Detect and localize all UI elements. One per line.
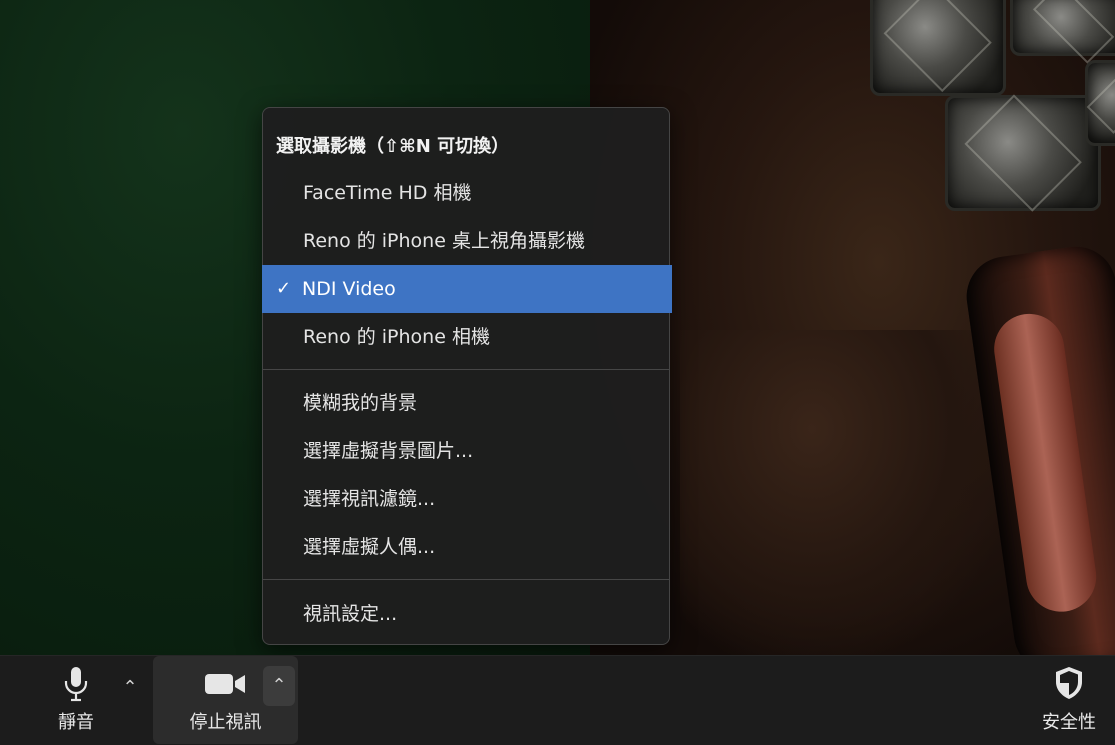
option-label: 選擇虛擬背景圖片... (303, 440, 474, 462)
camera-option-label: Reno 的 iPhone 桌上視角攝影機 (303, 230, 585, 252)
menu-header: 選取攝影機（⇧⌘N 可切換） (276, 136, 510, 157)
checkmark-icon: ✓ (276, 278, 292, 299)
garment (680, 330, 1010, 655)
security-label: 安全性 (1042, 712, 1096, 733)
camera-option-label: Reno 的 iPhone 相機 (303, 326, 490, 348)
camera-option-desk-view[interactable]: Reno 的 iPhone 桌上視角攝影機 (263, 217, 671, 265)
video-options-caret[interactable]: ⌃ (263, 666, 295, 706)
meeting-toolbar: 靜音 ⌃ 停止視訊 ⌃ 安全性 (0, 655, 1115, 745)
option-label: 視訊設定... (303, 603, 398, 625)
option-label: 模糊我的背景 (303, 392, 418, 414)
video-filter-option[interactable]: 選擇視訊濾鏡... (263, 475, 671, 523)
camera-option-facetime[interactable]: FaceTime HD 相機 (263, 169, 671, 217)
blur-background-option[interactable]: 模糊我的背景 (263, 379, 671, 427)
video-camera-icon (204, 672, 246, 696)
mute-button[interactable]: 靜音 (40, 656, 112, 744)
armor-plate (1085, 60, 1115, 146)
audio-options-caret[interactable]: ⌃ (114, 668, 146, 708)
shield-icon (1054, 666, 1084, 700)
camera-option-label: NDI Video (302, 278, 396, 300)
stop-video-label: 停止視訊 (189, 712, 262, 733)
option-label: 選擇視訊濾鏡... (303, 488, 436, 510)
armor-plate (870, 0, 1006, 96)
camera-menu: 選取攝影機（⇧⌘N 可切換） FaceTime HD 相機 Reno 的 iPh… (262, 107, 672, 645)
armor-plate (945, 95, 1101, 211)
virtual-background-option[interactable]: 選擇虛擬背景圖片... (263, 427, 671, 475)
menu-divider (263, 369, 669, 370)
menu-divider (263, 579, 669, 580)
video-settings-option[interactable]: 視訊設定... (263, 590, 671, 638)
mute-label: 靜音 (58, 712, 94, 733)
armor-plate (1010, 0, 1115, 56)
security-button[interactable]: 安全性 (1030, 656, 1108, 744)
microphone-icon (63, 666, 89, 702)
option-label: 選擇虛擬人偶... (303, 536, 436, 558)
camera-option-label: FaceTime HD 相機 (303, 182, 472, 204)
camera-option-ndi-video[interactable]: ✓ NDI Video (262, 265, 672, 313)
avatar-option[interactable]: 選擇虛擬人偶... (263, 523, 671, 571)
camera-option-iphone[interactable]: Reno 的 iPhone 相機 (263, 313, 671, 361)
